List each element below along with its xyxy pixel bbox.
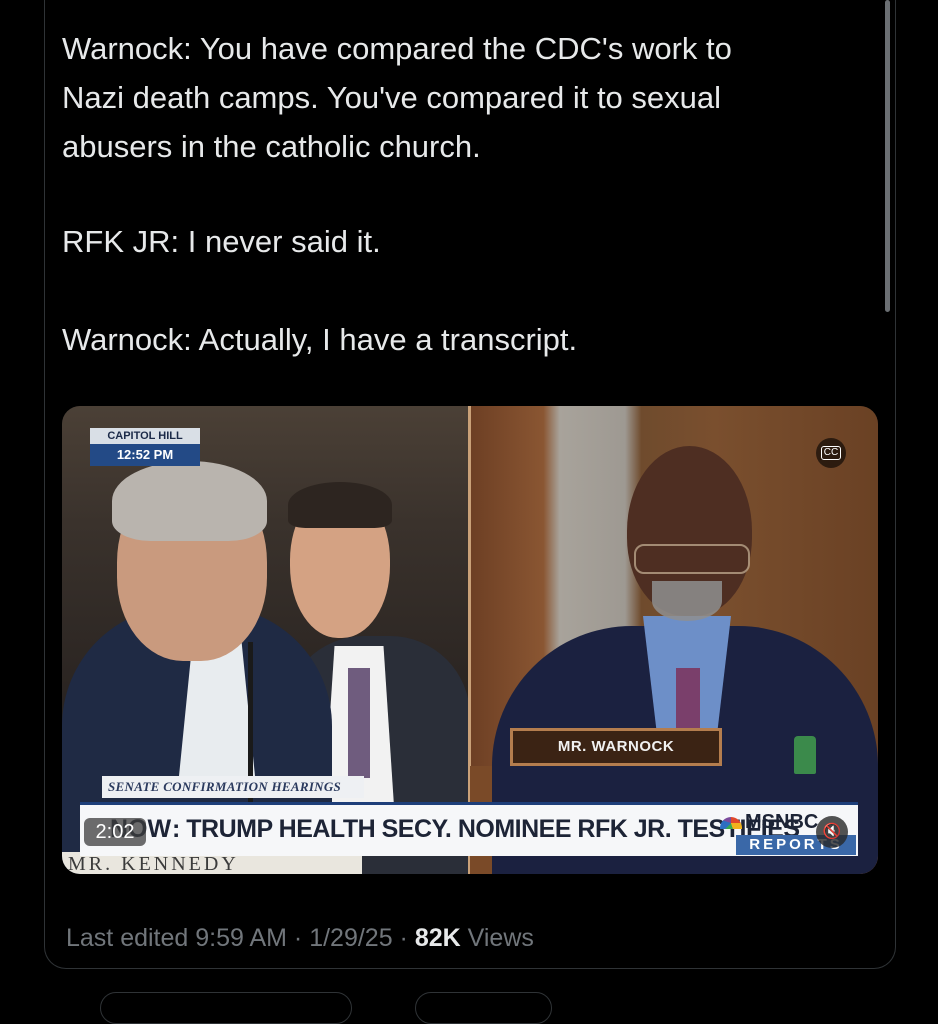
person-hair xyxy=(288,482,392,528)
news-ticker: NOW : TRUMP HEALTH SECY. NOMINEE RFK JR.… xyxy=(80,802,858,856)
senate-strip: SENATE CONFIRMATION HEARINGS xyxy=(102,776,364,798)
post-text-line: Warnock: You have compared the CDC's wor… xyxy=(62,31,732,66)
action-pill[interactable] xyxy=(415,992,552,1024)
post-text: Warnock: You have compared the CDC's wor… xyxy=(62,24,862,171)
person-beard xyxy=(652,581,722,621)
water-bottle xyxy=(794,736,816,774)
edited-timestamp[interactable]: Last edited 9:59 AM · 1/29/25 · xyxy=(66,924,415,952)
post-text-line: abusers in the catholic church. xyxy=(62,129,481,164)
views-label: Views xyxy=(460,924,534,952)
post-text-paragraph: Warnock: Actually, I have a transcript. xyxy=(62,322,578,357)
closed-captions-button[interactable]: CC xyxy=(816,438,846,468)
nameplate: MR. WARNOCK xyxy=(510,728,722,766)
action-pill[interactable] xyxy=(100,992,352,1024)
video-time: 2:02 xyxy=(84,818,146,846)
video-player[interactable]: MR. WARNOCK CAPITOL HILL 12:52 PM CC SEN… xyxy=(62,406,878,874)
clock-label: 12:52 PM xyxy=(90,444,200,466)
person-tie xyxy=(348,668,370,778)
peacock-icon xyxy=(720,816,742,829)
scrollbar[interactable] xyxy=(885,0,890,312)
post-meta: Last edited 9:59 AM · 1/29/25 · 82K View… xyxy=(66,924,534,953)
post-text-paragraph: RFK JR: I never said it. xyxy=(62,224,381,259)
location-bug: CAPITOL HILL 12:52 PM xyxy=(90,428,200,466)
person-hair xyxy=(112,461,267,541)
location-label: CAPITOL HILL xyxy=(90,428,200,444)
network-name: MSNBC xyxy=(745,811,819,833)
mute-icon[interactable]: 🔇 xyxy=(816,816,848,848)
post-text-line: Nazi death camps. You've compared it to … xyxy=(62,80,722,115)
cc-icon: CC xyxy=(820,446,842,460)
views-count: 82K xyxy=(414,924,461,952)
ticker-text: : TRUMP HEALTH SECY. NOMINEE RFK JR. TES… xyxy=(172,815,800,843)
person-tie xyxy=(676,668,700,728)
glasses xyxy=(634,544,750,574)
